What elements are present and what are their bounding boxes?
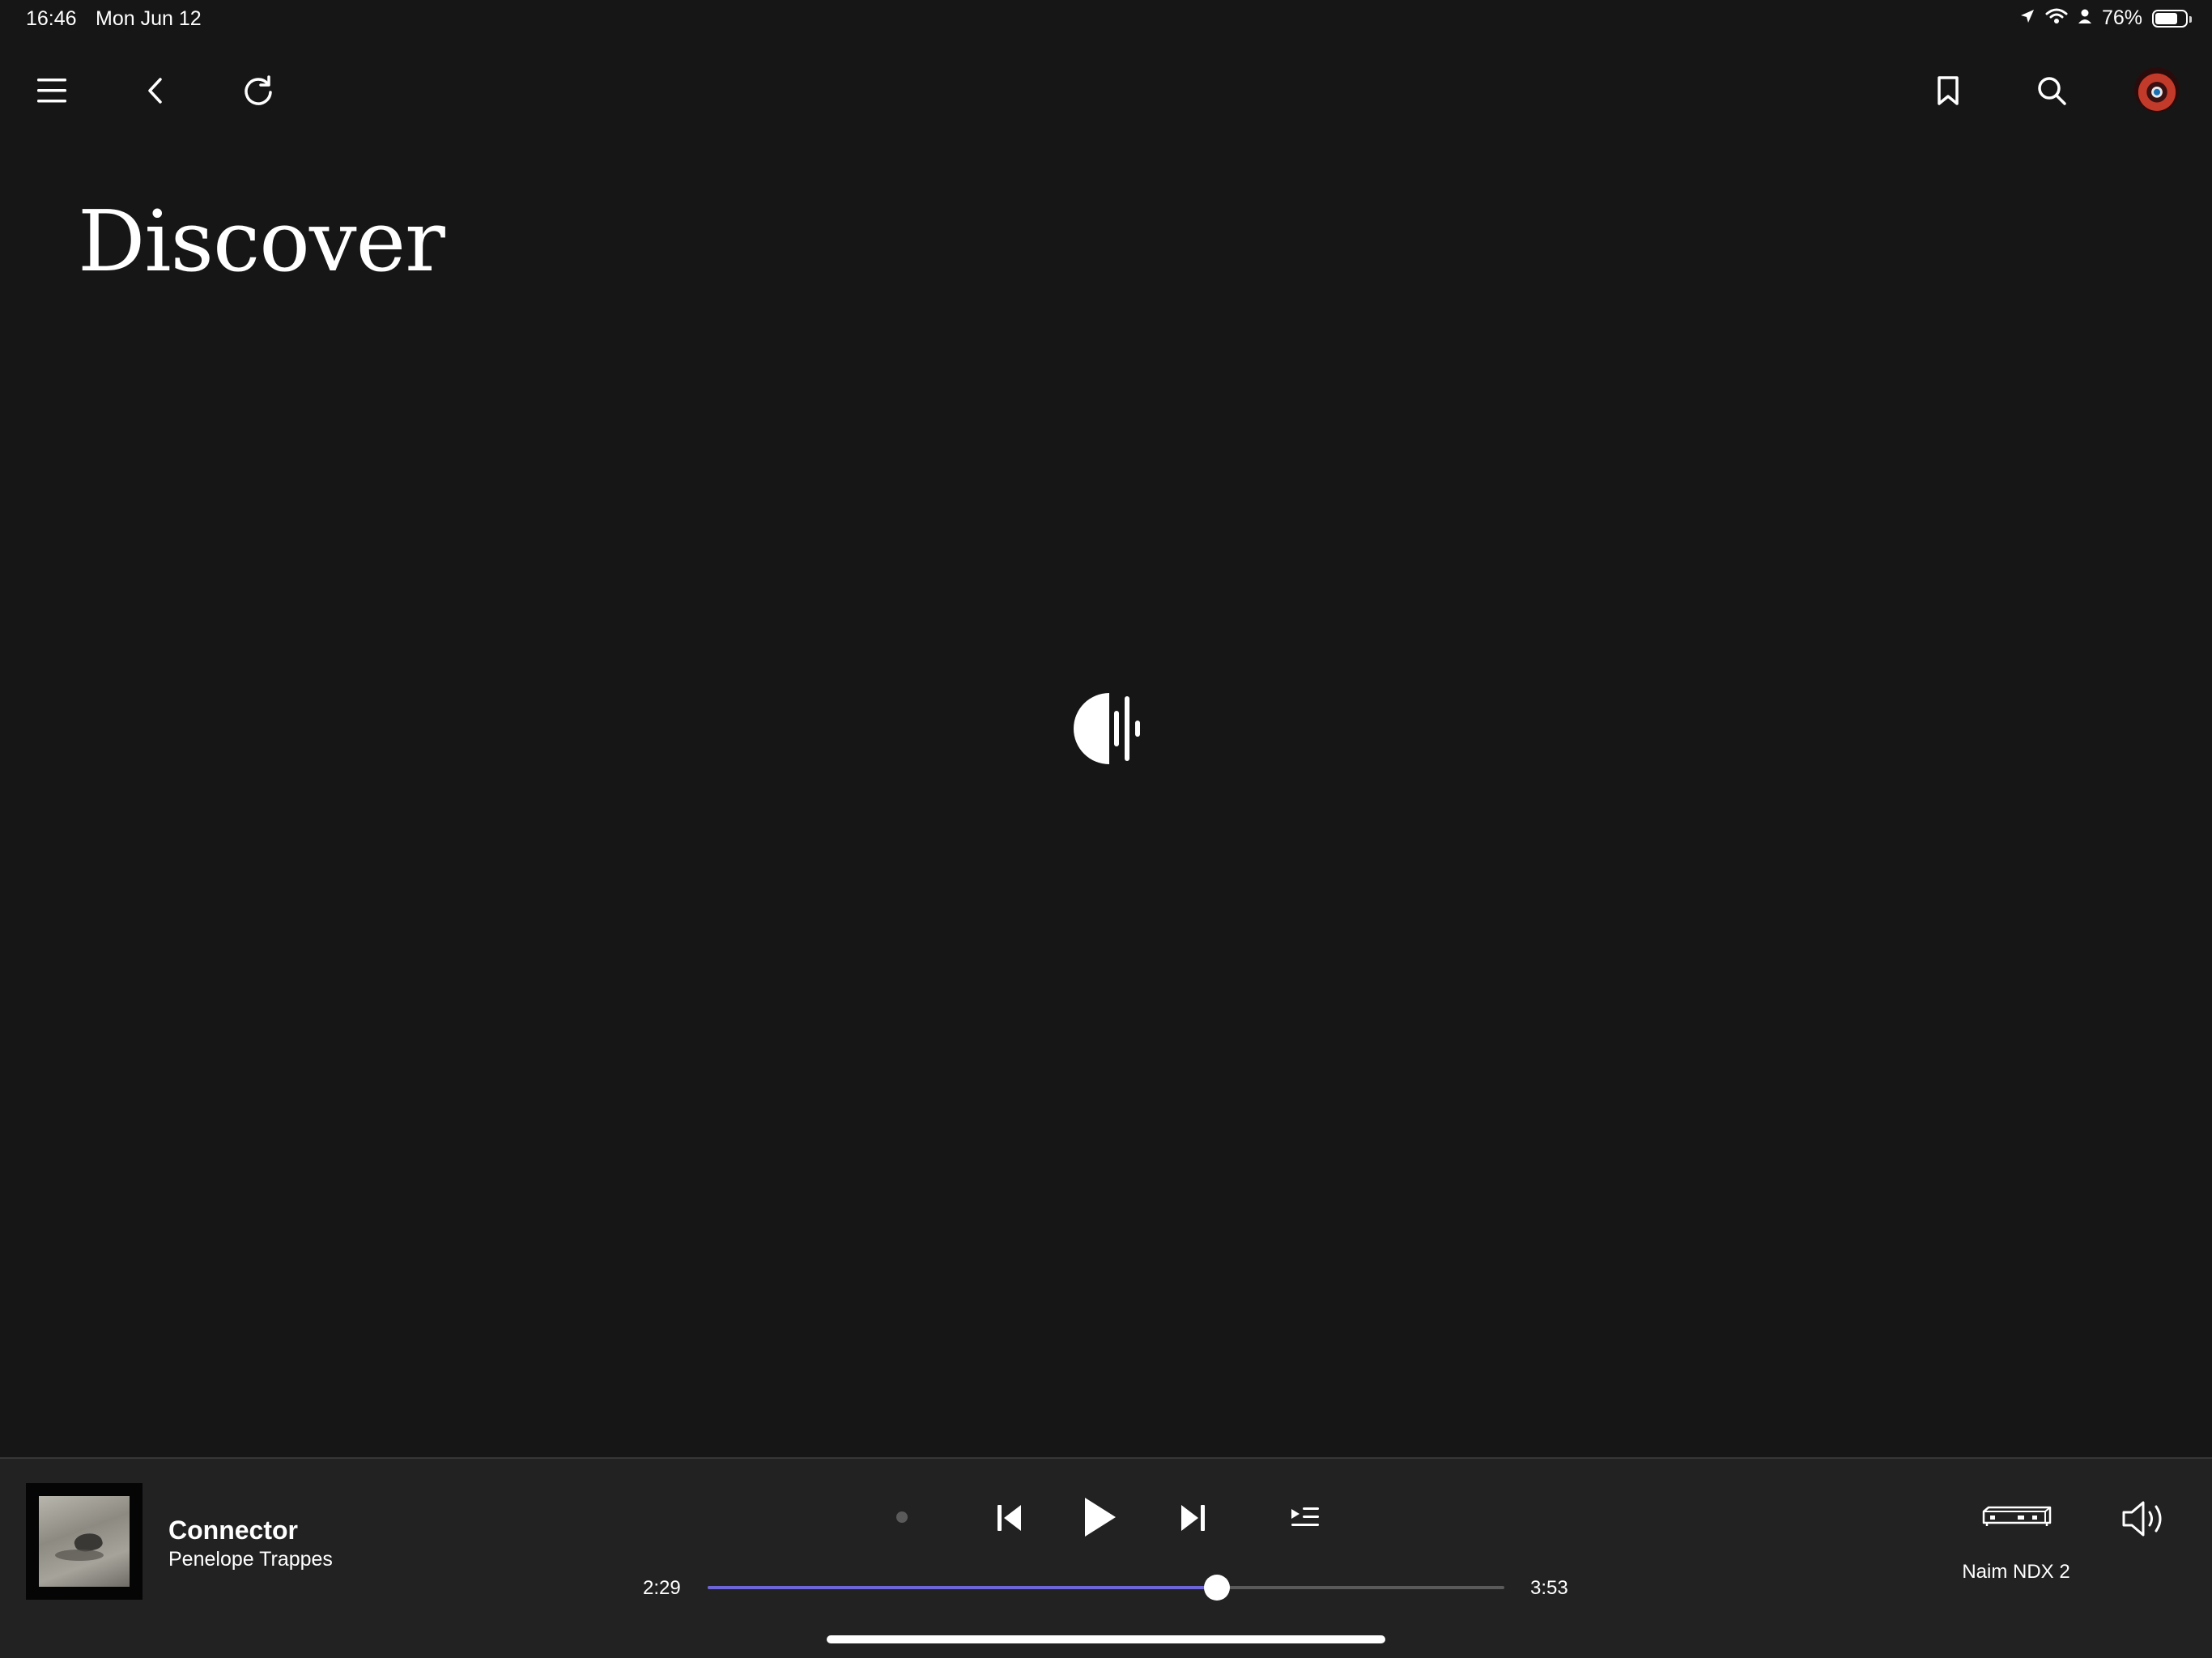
qobuz-loading-icon [1067, 690, 1145, 772]
track-artist[interactable]: Penelope Trappes [168, 1548, 333, 1571]
search-icon [2038, 77, 2066, 105]
shuffle-dot-icon [896, 1511, 908, 1523]
search-button[interactable] [2019, 58, 2084, 123]
bookmark-icon [1938, 76, 1959, 105]
person-icon [2078, 6, 2092, 30]
status-time: 16:46 [26, 7, 77, 30]
play-button[interactable] [1077, 1493, 1122, 1541]
play-icon [1085, 1498, 1116, 1537]
device-name[interactable]: Naim NDX 2 [1927, 1561, 2105, 1584]
volume-button[interactable] [2120, 1498, 2172, 1540]
app-screen: 16:46 Mon Jun 12 76% Discover Connector … [0, 0, 2212, 1658]
progress-fill [708, 1586, 1218, 1589]
home-indicator[interactable] [827, 1635, 1385, 1643]
elapsed-time: 2:29 [643, 1577, 681, 1599]
battery-level [2155, 12, 2178, 24]
status-date: Mon Jun 12 [96, 7, 202, 30]
streamer-device-icon [1982, 1506, 2052, 1526]
wifi-icon [2045, 6, 2068, 30]
battery-percent: 76% [2101, 6, 2142, 29]
back-chevron-icon [148, 78, 162, 104]
avatar[interactable] [2134, 67, 2180, 113]
total-time: 3:53 [1530, 1577, 1568, 1599]
album-cover-image [39, 1496, 130, 1587]
volume-icon [2122, 1501, 2162, 1537]
status-indicators: 76% [2019, 6, 2192, 30]
refresh-button[interactable] [226, 58, 291, 123]
device-button[interactable] [1979, 1501, 2055, 1533]
album-art[interactable] [26, 1483, 143, 1600]
back-button[interactable] [123, 58, 188, 123]
location-arrow-icon [2019, 6, 2035, 30]
shuffle-button[interactable] [886, 1501, 918, 1533]
now-playing-bar: Connector Penelope Trappes 2:29 3:53 Nai… [0, 1457, 2212, 1658]
queue-icon [1291, 1507, 1319, 1526]
progress-knob[interactable] [1204, 1575, 1231, 1601]
battery-icon [2152, 9, 2192, 28]
previous-track-icon [998, 1505, 1021, 1531]
progress-slider[interactable] [708, 1575, 1504, 1601]
next-track-icon [1181, 1505, 1205, 1531]
next-track-button[interactable] [1172, 1498, 1213, 1538]
previous-track-button[interactable] [989, 1498, 1030, 1538]
queue-button[interactable] [1287, 1499, 1323, 1535]
menu-button[interactable] [19, 58, 84, 123]
menu-icon [37, 79, 66, 103]
page-title: Discover [78, 192, 445, 291]
track-title[interactable]: Connector [168, 1516, 298, 1545]
refresh-icon [245, 75, 272, 105]
bookmarks-button[interactable] [1916, 58, 1980, 123]
status-bar: 16:46 Mon Jun 12 76% [0, 0, 2212, 39]
